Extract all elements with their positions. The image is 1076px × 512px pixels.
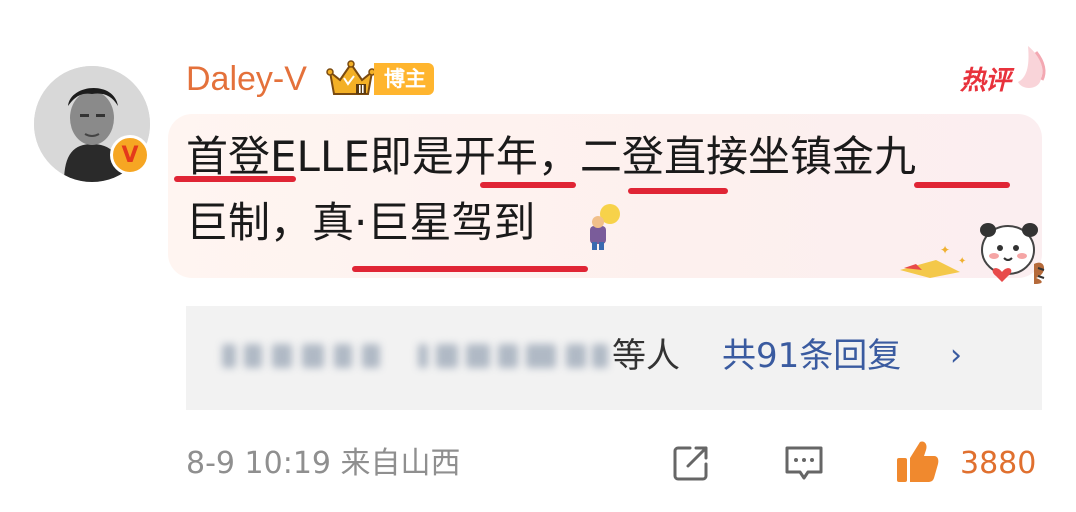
sticker-icon: ✦ ✦	[900, 223, 1045, 284]
highlight-underline	[174, 176, 296, 182]
highlight-underline	[914, 182, 1010, 188]
timestamp-source: 8-9 10:19 来自山西	[186, 446, 461, 481]
highlight-underline	[628, 188, 728, 194]
like-count: 3880	[960, 446, 1037, 481]
username[interactable]: Daley-V	[186, 57, 307, 101]
reply-users-suffix: 等人	[612, 336, 680, 376]
comment-segment: 开年	[453, 132, 538, 181]
comment-segment: 巨星驾到	[367, 198, 536, 247]
crown-icon	[326, 60, 376, 95]
svg-text:✦: ✦	[958, 256, 966, 267]
star-emoji-icon	[590, 204, 620, 250]
chevron-right-icon[interactable]: ›	[950, 330, 962, 382]
comment-segment: 二登	[579, 132, 664, 181]
reply-count-link[interactable]: 共91条回复	[722, 330, 901, 382]
svg-text:✦: ✦	[940, 243, 950, 257]
comment-segment: 直接坐镇	[663, 132, 832, 181]
highlight-underline	[480, 182, 576, 188]
blogger-badge: 博主	[374, 63, 434, 95]
blurred-usernames	[222, 334, 612, 378]
thumbs-up-icon[interactable]	[894, 438, 940, 486]
comment-segment: 金九	[831, 132, 916, 181]
comment-segment: 真·	[312, 198, 368, 247]
verified-badge: V	[110, 135, 150, 175]
flame-icon	[1018, 46, 1046, 88]
highlight-underline	[352, 266, 588, 272]
comment-segment: 首登	[186, 132, 271, 181]
share-icon[interactable]	[670, 442, 712, 484]
comment-segment: ELLE即是	[270, 132, 454, 181]
comment-icon[interactable]	[782, 442, 826, 484]
comment-segment: ，	[537, 132, 580, 181]
comment-segment: 巨制，	[186, 198, 313, 247]
